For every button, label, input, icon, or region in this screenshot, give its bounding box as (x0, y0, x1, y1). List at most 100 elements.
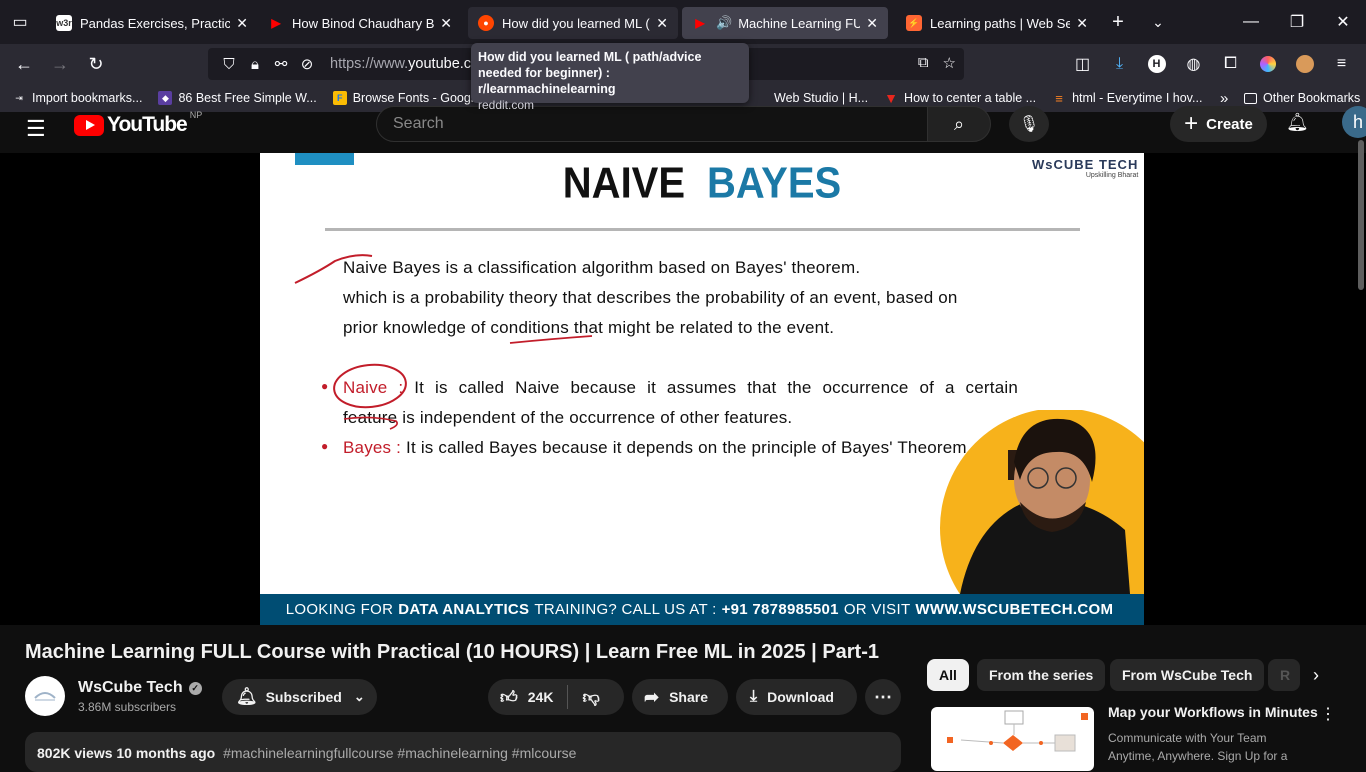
chevron-right-icon[interactable]: › (1302, 661, 1330, 689)
plus-icon: + (1184, 110, 1199, 137)
close-tab-icon[interactable]: ✕ (440, 15, 452, 32)
chip-from-wscube[interactable]: From WsCube Tech (1110, 659, 1265, 691)
bookmark-label: How to center a table ... (904, 91, 1037, 105)
extensions-icon[interactable]: ⧠ (1212, 48, 1249, 80)
presenter-video (940, 410, 1144, 594)
chevron-down-icon: ⌄ (353, 689, 365, 704)
tab-machine-learning[interactable]: ▶ 🔊 Machine Learning FULL C ✕ (682, 7, 888, 39)
bookmark-center-table[interactable]: ▼ How to center a table ... (876, 90, 1044, 106)
tab-web-security[interactable]: ⚡ Learning paths | Web Security ✕ (896, 7, 1098, 39)
tab-label: Machine Learning FULL C (738, 15, 861, 31)
ad-menu-icon[interactable]: ⋮ (1320, 704, 1336, 724)
google-fonts-icon: F (332, 91, 347, 105)
downloads-icon[interactable]: ⤓ (1101, 48, 1138, 80)
close-tab-icon[interactable]: ✕ (866, 15, 878, 32)
workflow-diagram-thumbnail (947, 710, 1088, 752)
tab-list-icon[interactable]: ▭ (0, 0, 40, 44)
bookmark-free-simple[interactable]: ◆ 86 Best Free Simple W... (150, 91, 324, 105)
bookmark-stackoverflow[interactable]: ≡ html - Everytime I hov... (1044, 90, 1210, 106)
tab-binod[interactable]: ▶ How Binod Chaudhary Becam ✕ (258, 7, 462, 39)
share-icon: ➦ (644, 686, 660, 707)
youtube-play-icon (74, 114, 104, 136)
bookmark-web-studio[interactable]: Web Studio | H... (766, 91, 876, 105)
share-label: Share (669, 689, 709, 705)
download-button[interactable]: ⤓ Download (736, 679, 857, 715)
more-actions-icon[interactable]: ⋯ (865, 679, 901, 715)
shield-icon[interactable]: ⛉ (216, 56, 242, 73)
chip-all[interactable]: All (927, 659, 969, 691)
new-tab-icon[interactable]: + (1098, 6, 1138, 38)
lock-icon[interactable]: 🔒︎ (242, 56, 268, 73)
like-dislike-bar: 👍︎ 24K 👎︎ (488, 679, 624, 715)
import-icon: ⇥ (15, 92, 23, 103)
region-code: NP (189, 110, 203, 120)
ad-title[interactable]: Map your Workflows in Minutes (1108, 704, 1318, 720)
reload-icon[interactable]: ↻ (78, 48, 114, 80)
chevron-down-icon[interactable]: ⌄ (1138, 6, 1178, 38)
extension-h-icon[interactable]: H (1138, 48, 1175, 80)
restore-icon[interactable]: ❐ (1274, 0, 1320, 44)
app-menu-icon[interactable]: ≡ (1323, 48, 1360, 80)
forward-icon[interactable]: → (42, 48, 78, 80)
tab-pandas[interactable]: w3r Pandas Exercises, Practice, Sol ✕ (46, 7, 258, 39)
channel-avatar[interactable] (25, 676, 65, 716)
bookmark-label: Import bookmarks... (32, 91, 143, 105)
footer-text: TRAINING? CALL US AT : (534, 601, 717, 618)
user-avatar[interactable]: h (1342, 106, 1366, 138)
footer-text: LOOKING FOR (285, 601, 394, 618)
description-box[interactable]: 802K views 10 months ago #machinelearnin… (25, 732, 901, 772)
account-avatar-icon[interactable] (1286, 48, 1323, 80)
blocked-media-icon[interactable]: ⊘ (294, 55, 320, 73)
minimize-icon[interactable]: — (1228, 0, 1274, 44)
share-button[interactable]: ➦ Share (632, 679, 728, 715)
reddit-favicon-icon: ● (478, 15, 494, 31)
hamburger-menu-icon[interactable]: ☰ (26, 116, 46, 142)
picture-in-picture-icon[interactable]: ⧉ (918, 54, 929, 72)
chip-from-series[interactable]: From the series (977, 659, 1106, 691)
cookie-icon[interactable]: ◍ (1175, 48, 1212, 80)
search-icon[interactable]: ⌕ (927, 106, 991, 142)
bookmark-google-fonts[interactable]: F Browse Fonts - Googl... (325, 91, 492, 105)
ad-thumbnail[interactable] (931, 707, 1094, 771)
other-bookmarks[interactable]: Other Bookmarks (1236, 91, 1366, 105)
microphone-icon[interactable]: 🎙︎ (1009, 106, 1049, 142)
like-icon[interactable]: 👍︎ (500, 687, 518, 708)
url-text: https://www.youtube.com (330, 56, 492, 72)
dislike-icon[interactable]: 👎︎ (582, 687, 599, 708)
bookmark-import[interactable]: ⇥ Import bookmarks... (4, 91, 150, 105)
stackoverflow-icon: ≡ (1055, 90, 1063, 106)
tab-reddit[interactable]: ● How did you learned ML ( p ✕ (468, 7, 678, 39)
bookmark-label: 86 Best Free Simple W... (178, 91, 317, 105)
subscribed-button[interactable]: 🔔︎ Subscribed ⌄ (222, 679, 377, 715)
close-tab-icon[interactable]: ✕ (236, 15, 248, 32)
pocket-icon[interactable]: ◫ (1064, 48, 1101, 80)
tab-label: How Binod Chaudhary Becam (292, 15, 435, 31)
permissions-icon[interactable]: ⚯ (268, 55, 294, 73)
ad-description: Communicate with Your Team Anytime, Anyw… (1108, 731, 1288, 763)
notifications-bell-icon[interactable]: 🔔︎ (1286, 112, 1309, 133)
create-button[interactable]: + Create (1170, 106, 1267, 142)
bookmark-label: html - Everytime I hov... (1072, 91, 1203, 105)
youtube-logo[interactable]: YouTube NP (74, 110, 203, 137)
chip-partial[interactable]: R (1268, 659, 1300, 691)
close-tab-icon[interactable]: ✕ (1076, 15, 1088, 32)
channel-name[interactable]: WsCube Tech ✓ (78, 679, 202, 697)
youtube-wordmark: YouTube (107, 113, 188, 136)
back-icon[interactable]: ← (6, 48, 42, 80)
download-label: Download (767, 689, 834, 705)
color-extension-icon[interactable] (1249, 48, 1286, 80)
page-scrollbar[interactable] (1358, 140, 1364, 290)
hashtags[interactable]: #machinelearningfullcourse #machinelearn… (223, 745, 576, 761)
create-label: Create (1206, 115, 1253, 133)
youtube-favicon-icon: ▶ (271, 16, 281, 30)
close-tab-icon[interactable]: ✕ (656, 15, 668, 32)
like-count[interactable]: 24K (528, 689, 554, 705)
bookmark-star-icon[interactable]: ☆ (943, 54, 956, 72)
more-bookmarks-icon[interactable]: » (1212, 90, 1236, 107)
bell-icon: 🔔︎ (236, 687, 258, 706)
video-player[interactable]: NAIVE BAYES WsCUBE TECH Upskilling Bharat… (0, 153, 1366, 625)
speaker-icon[interactable]: 🔊 (716, 15, 732, 31)
tab-tooltip: How did you learned ML ( path/advice nee… (471, 43, 749, 112)
close-window-icon[interactable]: ✕ (1320, 0, 1366, 44)
folder-icon (1244, 92, 1257, 104)
